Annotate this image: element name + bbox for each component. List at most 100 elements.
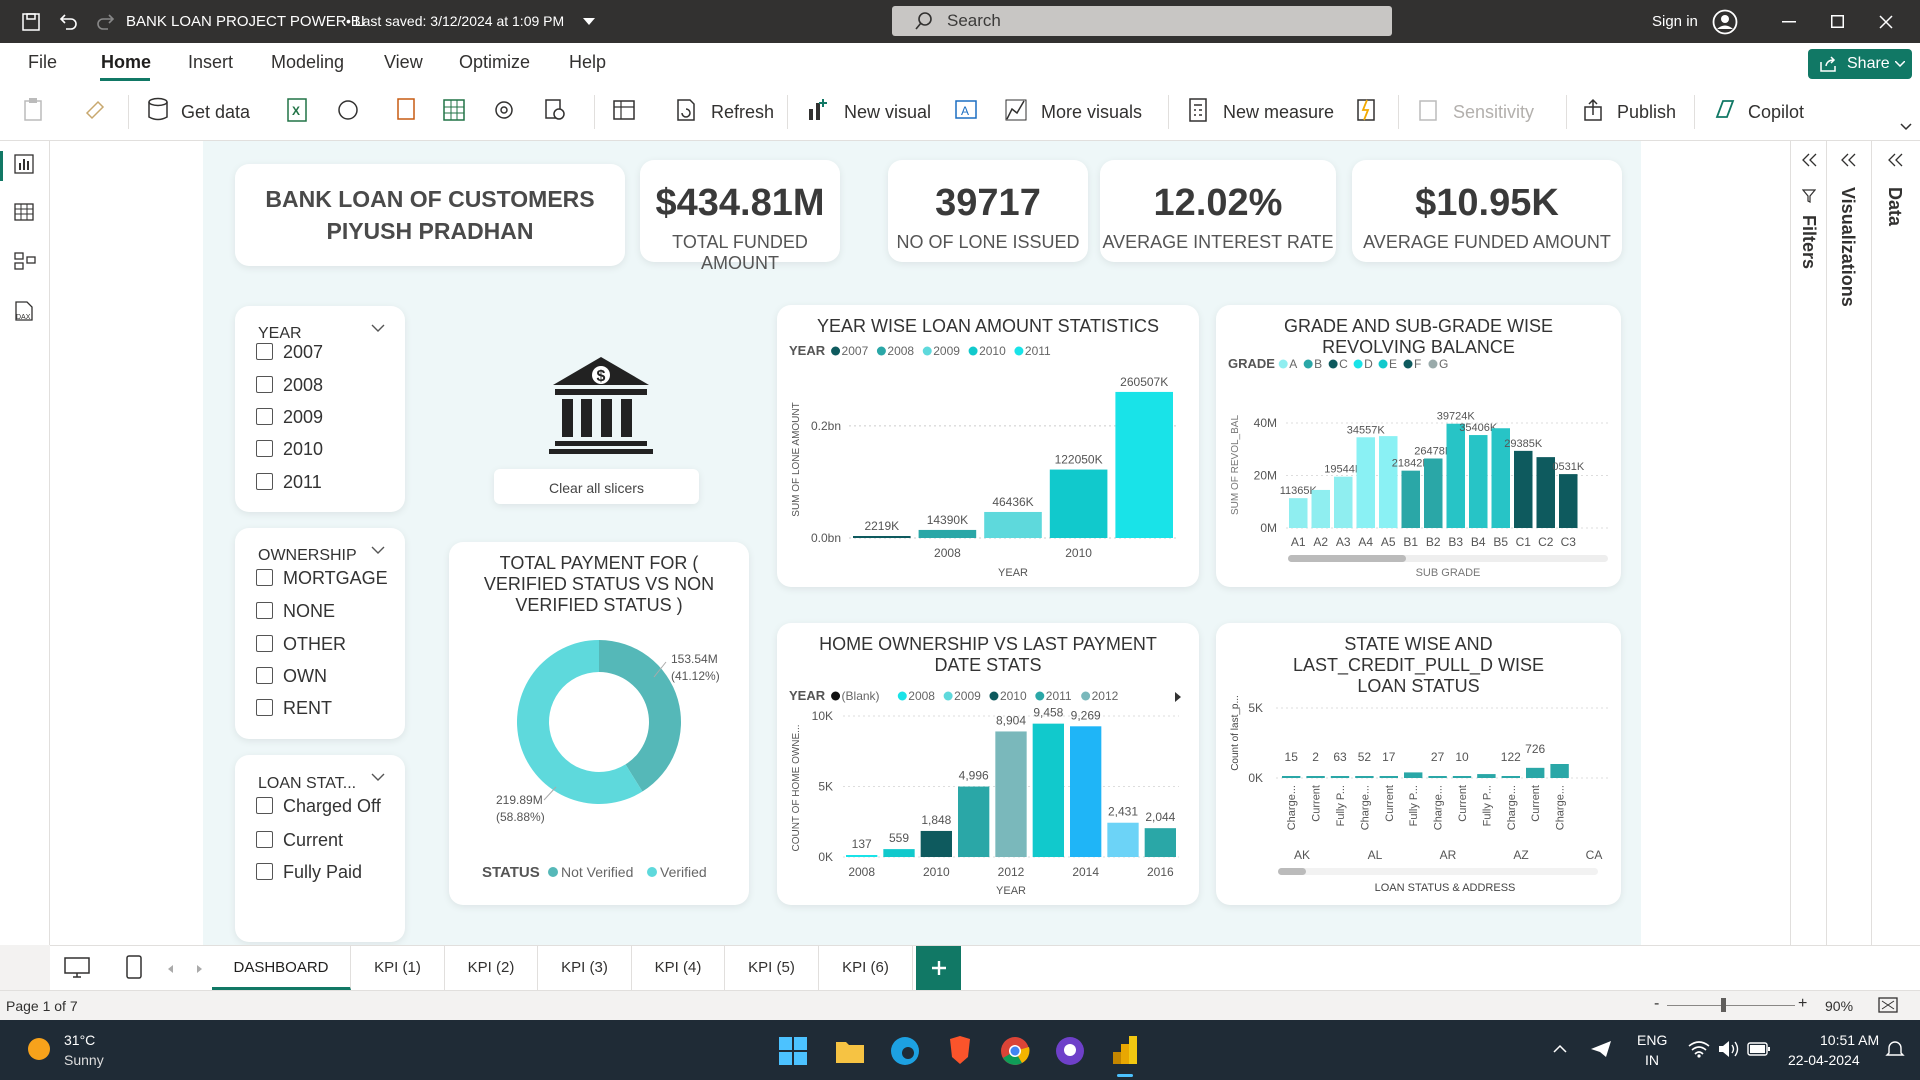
slicer-item[interactable]: 2011 xyxy=(256,472,322,493)
power-bi-icon[interactable] xyxy=(1111,1034,1139,1066)
checkbox[interactable] xyxy=(256,863,273,880)
scroll-right-icon[interactable] xyxy=(196,964,204,974)
mobile-layout-icon[interactable] xyxy=(126,955,142,979)
dax-query-view-icon[interactable]: DAX xyxy=(13,300,35,322)
zoom-out-button[interactable]: - xyxy=(1654,995,1659,1013)
dataverse-icon[interactable] xyxy=(492,97,516,123)
enter-data-icon[interactable] xyxy=(442,97,466,123)
undo-icon[interactable] xyxy=(58,12,78,30)
checkbox[interactable] xyxy=(256,831,273,848)
slicer-item[interactable]: 2010 xyxy=(256,439,323,460)
checkbox[interactable] xyxy=(256,569,273,586)
get-data-button[interactable]: Get data xyxy=(181,102,250,123)
excel-icon[interactable]: X xyxy=(285,97,309,123)
chevron-down-icon[interactable] xyxy=(371,543,385,557)
slicer-item[interactable]: OWN xyxy=(256,666,327,687)
notifications-icon[interactable] xyxy=(1885,1039,1905,1059)
tab-kpi-4[interactable]: KPI (4) xyxy=(632,946,725,990)
wifi-icon[interactable] xyxy=(1688,1040,1710,1058)
github-desktop-icon[interactable] xyxy=(1055,1036,1085,1066)
chrome-icon[interactable] xyxy=(1000,1036,1030,1066)
language-code[interactable]: ENG xyxy=(1637,1032,1667,1048)
search-box[interactable]: Search xyxy=(892,6,1392,36)
menu-home[interactable]: Home xyxy=(101,52,151,73)
chevron-down-icon[interactable] xyxy=(583,18,595,26)
publish-button[interactable]: Publish xyxy=(1617,102,1676,123)
share-button[interactable]: Share xyxy=(1808,49,1912,79)
transform-data-icon[interactable] xyxy=(612,97,636,123)
slicer-item[interactable]: 2008 xyxy=(256,375,323,396)
copilot-button[interactable]: Copilot xyxy=(1748,102,1804,123)
clock-date[interactable]: 22-04-2024 xyxy=(1788,1052,1860,1068)
sql-icon[interactable] xyxy=(395,97,419,123)
language-region[interactable]: IN xyxy=(1645,1052,1659,1068)
tab-dashboard[interactable]: DASHBOARD xyxy=(212,946,351,990)
format-painter-icon[interactable] xyxy=(84,97,108,123)
slicer-item[interactable]: NONE xyxy=(256,601,335,622)
slicer-item[interactable]: Charged Off xyxy=(256,796,381,817)
slicer-item[interactable]: 2007 xyxy=(256,342,323,363)
clear-slicers-button[interactable]: Clear all slicers xyxy=(494,469,699,504)
slicer-item[interactable]: Current xyxy=(256,830,343,851)
slicer-item[interactable]: 2009 xyxy=(256,407,323,428)
scroll-left-icon[interactable] xyxy=(166,964,174,974)
refresh-button[interactable]: Refresh xyxy=(711,102,774,123)
report-view-icon[interactable] xyxy=(14,154,34,174)
menu-optimize[interactable]: Optimize xyxy=(459,52,530,73)
zoom-slider-thumb[interactable] xyxy=(1721,998,1726,1012)
fit-to-page-icon[interactable] xyxy=(1878,997,1898,1013)
checkbox[interactable] xyxy=(256,376,273,393)
add-page-button[interactable] xyxy=(916,946,961,990)
checkbox[interactable] xyxy=(256,440,273,457)
tab-kpi-3[interactable]: KPI (3) xyxy=(538,946,632,990)
edge-icon[interactable] xyxy=(890,1036,920,1066)
account-icon[interactable] xyxy=(1712,9,1738,35)
slicer-item[interactable]: Fully Paid xyxy=(256,862,362,883)
zoom-slider-track[interactable] xyxy=(1667,1005,1795,1006)
checkbox[interactable] xyxy=(256,667,273,684)
menu-modeling[interactable]: Modeling xyxy=(271,52,344,73)
file-explorer-icon[interactable] xyxy=(835,1037,865,1065)
tab-kpi-5[interactable]: KPI (5) xyxy=(725,946,819,990)
sensitivity-button[interactable]: Sensitivity xyxy=(1453,102,1534,123)
expand-pane-icon[interactable] xyxy=(1888,153,1904,167)
more-visuals-button[interactable]: More visuals xyxy=(1041,102,1142,123)
recent-sources-icon[interactable] xyxy=(543,97,567,123)
checkbox[interactable] xyxy=(256,699,273,716)
table-view-icon[interactable] xyxy=(14,202,34,222)
checkbox[interactable] xyxy=(256,602,273,619)
maximize-icon[interactable] xyxy=(1831,15,1844,28)
menu-view[interactable]: View xyxy=(384,52,423,73)
slicer-item[interactable]: RENT xyxy=(256,698,332,719)
tab-kpi-2[interactable]: KPI (2) xyxy=(445,946,538,990)
sign-in-link[interactable]: Sign in xyxy=(1652,13,1698,30)
tab-kpi-6[interactable]: KPI (6) xyxy=(819,946,913,990)
redo-icon[interactable] xyxy=(96,12,116,30)
slicer-item[interactable]: OTHER xyxy=(256,634,346,655)
text-box-icon[interactable]: A xyxy=(954,97,978,123)
desktop-layout-icon[interactable] xyxy=(64,957,90,979)
chevron-up-icon[interactable] xyxy=(1553,1044,1567,1054)
windows-start-icon[interactable] xyxy=(779,1037,807,1065)
telegram-icon[interactable] xyxy=(1590,1039,1612,1059)
minimize-icon[interactable] xyxy=(1782,21,1796,23)
chevron-down-icon[interactable] xyxy=(371,770,385,784)
expand-pane-icon[interactable] xyxy=(1802,153,1818,167)
checkbox[interactable] xyxy=(256,797,273,814)
brave-icon[interactable] xyxy=(947,1035,973,1065)
data-pane[interactable]: Data xyxy=(1872,141,1920,945)
new-visual-button[interactable]: New visual xyxy=(844,102,931,123)
collapse-ribbon-icon[interactable] xyxy=(1900,123,1912,131)
checkbox[interactable] xyxy=(256,473,273,490)
chevron-down-icon[interactable] xyxy=(371,321,385,335)
filters-pane[interactable]: Filters xyxy=(1791,141,1827,945)
expand-pane-icon[interactable] xyxy=(1841,153,1857,167)
quick-measure-icon[interactable] xyxy=(1354,97,1378,123)
menu-insert[interactable]: Insert xyxy=(188,52,233,73)
new-measure-button[interactable]: New measure xyxy=(1223,102,1334,123)
onelake-icon[interactable] xyxy=(336,97,360,123)
menu-help[interactable]: Help xyxy=(569,52,606,73)
tab-kpi-1[interactable]: KPI (1) xyxy=(351,946,445,990)
model-view-icon[interactable] xyxy=(14,251,36,271)
close-icon[interactable] xyxy=(1879,15,1893,29)
